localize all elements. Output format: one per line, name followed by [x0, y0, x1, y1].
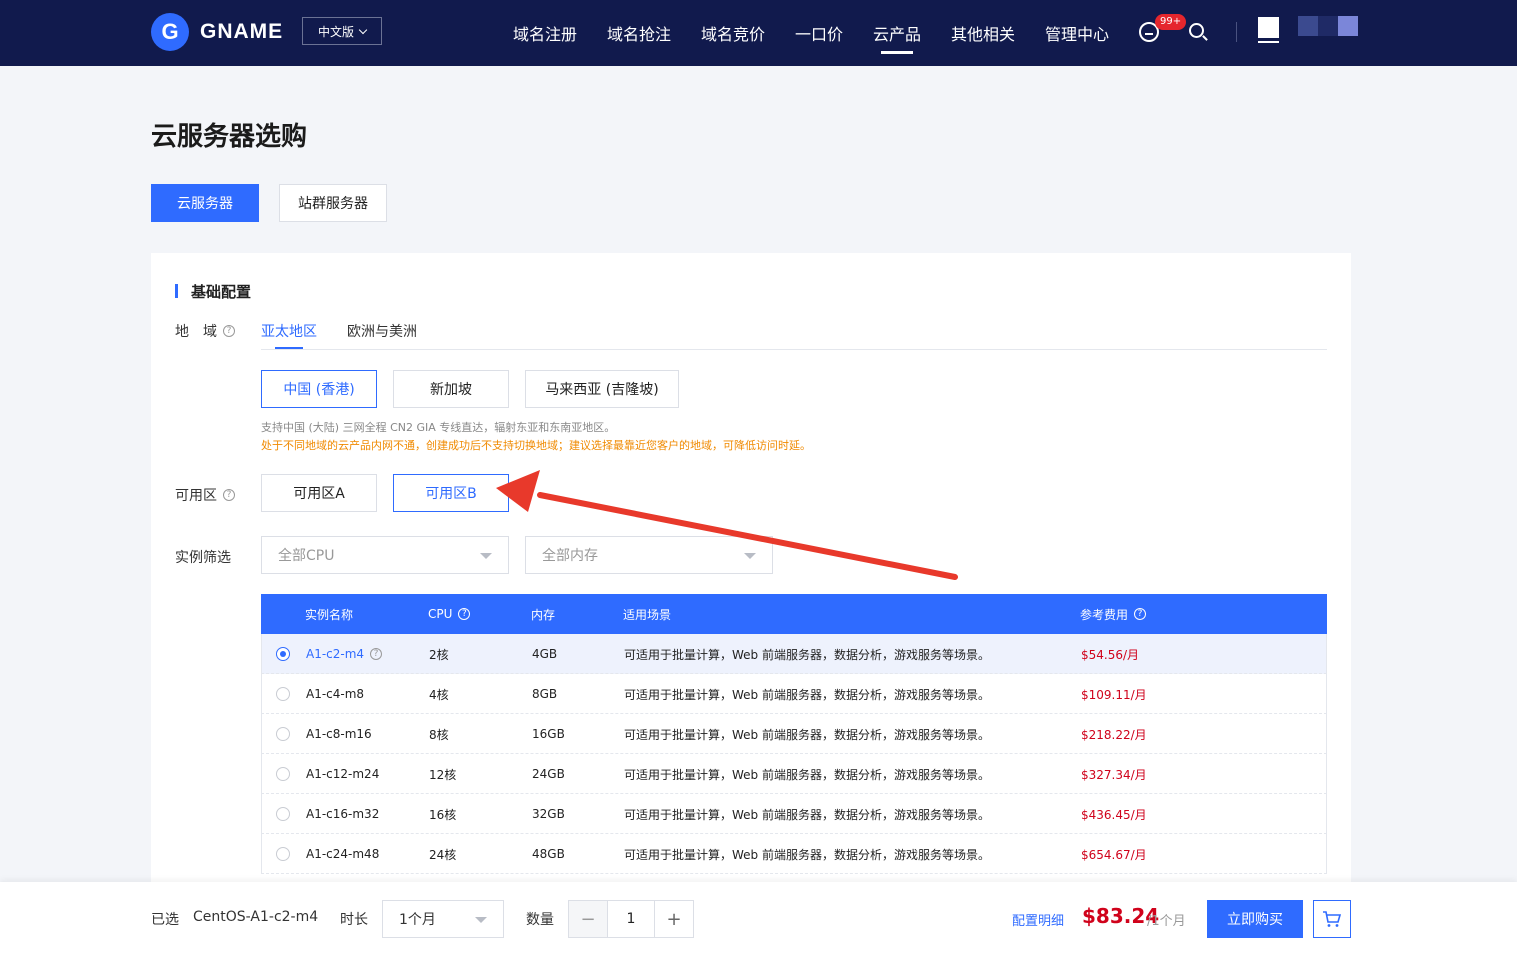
- quantity-label: 数量: [526, 912, 554, 928]
- duration-select[interactable]: 1个月: [382, 900, 504, 938]
- price-period: /1个月: [1147, 914, 1186, 929]
- quantity-plus-button[interactable]: +: [655, 901, 693, 937]
- bottom-order-bar: 已选 CentOS-A1-c2-m4 时长 1个月 数量 − 1 + 配置明细 …: [0, 882, 1517, 954]
- quantity-input[interactable]: 1: [607, 901, 655, 937]
- arrow-shaft: [537, 492, 958, 580]
- config-detail-link[interactable]: 配置明细: [1012, 910, 1064, 929]
- quantity-minus-button[interactable]: −: [569, 901, 607, 937]
- dropdown-arrow-icon: [475, 917, 487, 923]
- selected-label: 已选: [151, 912, 179, 928]
- annotation-arrow: [496, 470, 958, 580]
- cart-icon: [1323, 911, 1342, 927]
- add-to-cart-button[interactable]: [1313, 900, 1351, 938]
- duration-value: 1个月: [399, 912, 436, 928]
- duration-label: 时长: [340, 912, 368, 928]
- buy-now-button[interactable]: 立即购买: [1207, 900, 1303, 938]
- selected-value: CentOS-A1-c2-m4: [193, 909, 319, 925]
- quantity-stepper: − 1 +: [568, 900, 694, 938]
- arrow-head: [496, 470, 540, 512]
